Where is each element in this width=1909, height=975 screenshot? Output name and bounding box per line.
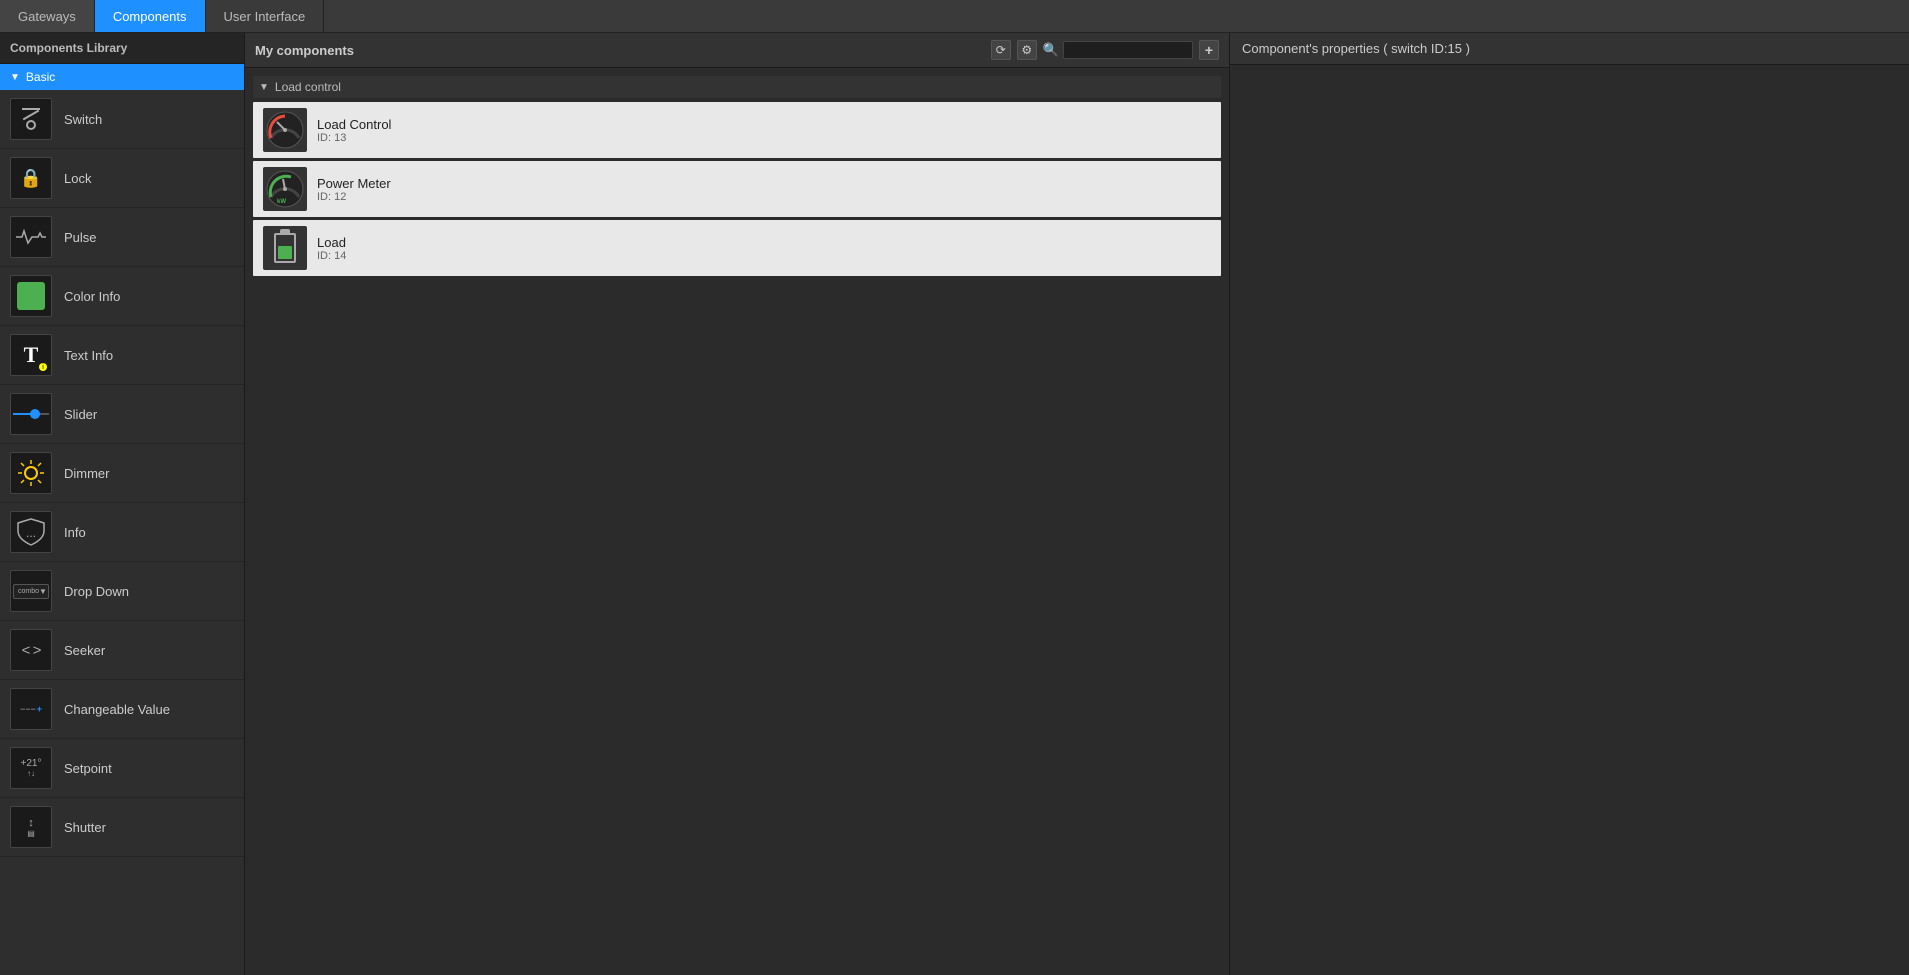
sidebar-item-slider[interactable]: Slider [0,385,244,444]
tab-gateways[interactable]: Gateways [0,0,95,32]
seeker-label: Seeker [64,643,105,658]
sidebar-item-changeable-value[interactable]: −−− + Changeable Value [0,680,244,739]
dimmer-icon [10,452,52,494]
component-item-load-control[interactable]: Load Control ID: 13 [253,102,1221,158]
power-meter-info: Power Meter ID: 12 [317,176,391,203]
group-label: Load control [275,80,341,94]
pulse-icon [10,216,52,258]
component-list: ▼ Load control Load Control ID: 13 [245,68,1229,975]
middle-title: My components [255,43,354,58]
load-name: Load [317,235,346,250]
changeable-value-icon: −−− + [10,688,52,730]
sidebar-item-switch[interactable]: Switch [0,90,244,149]
main-layout: Components Library ▼ Basic Switch [0,33,1909,975]
sidebar-item-info[interactable]: ... Info [0,503,244,562]
component-item-power-meter[interactable]: kW Power Meter ID: 12 [253,161,1221,217]
tab-user-interface[interactable]: User Interface [206,0,325,32]
search-box: 🔍 [1043,41,1193,59]
tab-components[interactable]: Components [95,0,206,32]
add-button[interactable]: + [1199,40,1219,60]
changeable-value-label: Changeable Value [64,702,170,717]
middle-header: My components ⟳ ⚙ 🔍 + [245,33,1229,68]
svg-text:kW: kW [277,199,286,205]
seeker-icon: < > [10,629,52,671]
load-control-id: ID: 13 [317,132,391,144]
color-info-label: Color Info [64,289,120,304]
group-arrow: ▼ [259,82,269,93]
drop-down-label: Drop Down [64,584,129,599]
power-meter-name: Power Meter [317,176,391,191]
lock-label: Lock [64,171,91,186]
sidebar-item-setpoint[interactable]: +21° ↑↓ Setpoint [0,739,244,798]
switch-label: Switch [64,112,102,127]
pulse-label: Pulse [64,230,97,245]
text-info-icon: T i [10,334,52,376]
load-icon [263,226,307,270]
text-info-label: Text Info [64,348,113,363]
drop-down-icon: combo ▼ [10,570,52,612]
sidebar-item-lock[interactable]: 🔒 Lock [0,149,244,208]
right-panel-header: Component's properties ( switch ID:15 ) [1230,33,1909,65]
settings-button[interactable]: ⚙ [1017,40,1037,60]
sidebar-item-shutter[interactable]: ↕ ▤ Shutter [0,798,244,857]
search-input[interactable] [1063,41,1193,59]
sidebar-item-seeker[interactable]: < > Seeker [0,621,244,680]
middle-panel: My components ⟳ ⚙ 🔍 + ▼ Load control [245,33,1229,975]
component-item-load[interactable]: Load ID: 14 [253,220,1221,276]
slider-icon [10,393,52,435]
power-meter-id: ID: 12 [317,191,391,203]
slider-label: Slider [64,407,97,422]
shutter-label: Shutter [64,820,106,835]
right-panel: Component's properties ( switch ID:15 ) [1229,33,1909,975]
load-control-icon [263,108,307,152]
color-info-icon [10,275,52,317]
power-meter-icon: kW [263,167,307,211]
search-icon[interactable]: 🔍 [1043,42,1059,58]
shutter-icon: ↕ ▤ [10,806,52,848]
category-arrow: ▼ [10,72,20,83]
info-label: Info [64,525,86,540]
info-icon: ... [10,511,52,553]
lock-icon: 🔒 [10,157,52,199]
switch-icon [10,98,52,140]
top-nav: Gateways Components User Interface [0,0,1909,33]
category-label: Basic [26,70,55,84]
setpoint-label: Setpoint [64,761,112,776]
group-load-control[interactable]: ▼ Load control [253,76,1221,98]
sidebar: Components Library ▼ Basic Switch [0,33,245,975]
load-control-info: Load Control ID: 13 [317,117,391,144]
dimmer-label: Dimmer [64,466,110,481]
middle-controls: ⟳ ⚙ 🔍 + [991,40,1219,60]
load-id: ID: 14 [317,250,346,262]
sidebar-item-text-info[interactable]: T i Text Info [0,326,244,385]
svg-text:...: ... [26,526,36,540]
category-basic[interactable]: ▼ Basic [0,64,244,90]
refresh-button[interactable]: ⟳ [991,40,1011,60]
sidebar-item-dimmer[interactable]: Dimmer [0,444,244,503]
load-info: Load ID: 14 [317,235,346,262]
load-control-name: Load Control [317,117,391,132]
sidebar-item-pulse[interactable]: Pulse [0,208,244,267]
sidebar-item-drop-down[interactable]: combo ▼ Drop Down [0,562,244,621]
sidebar-items: Switch 🔒 Lock Pulse [0,90,244,975]
sidebar-item-color-info[interactable]: Color Info [0,267,244,326]
setpoint-icon: +21° ↑↓ [10,747,52,789]
sidebar-header: Components Library [0,33,244,64]
